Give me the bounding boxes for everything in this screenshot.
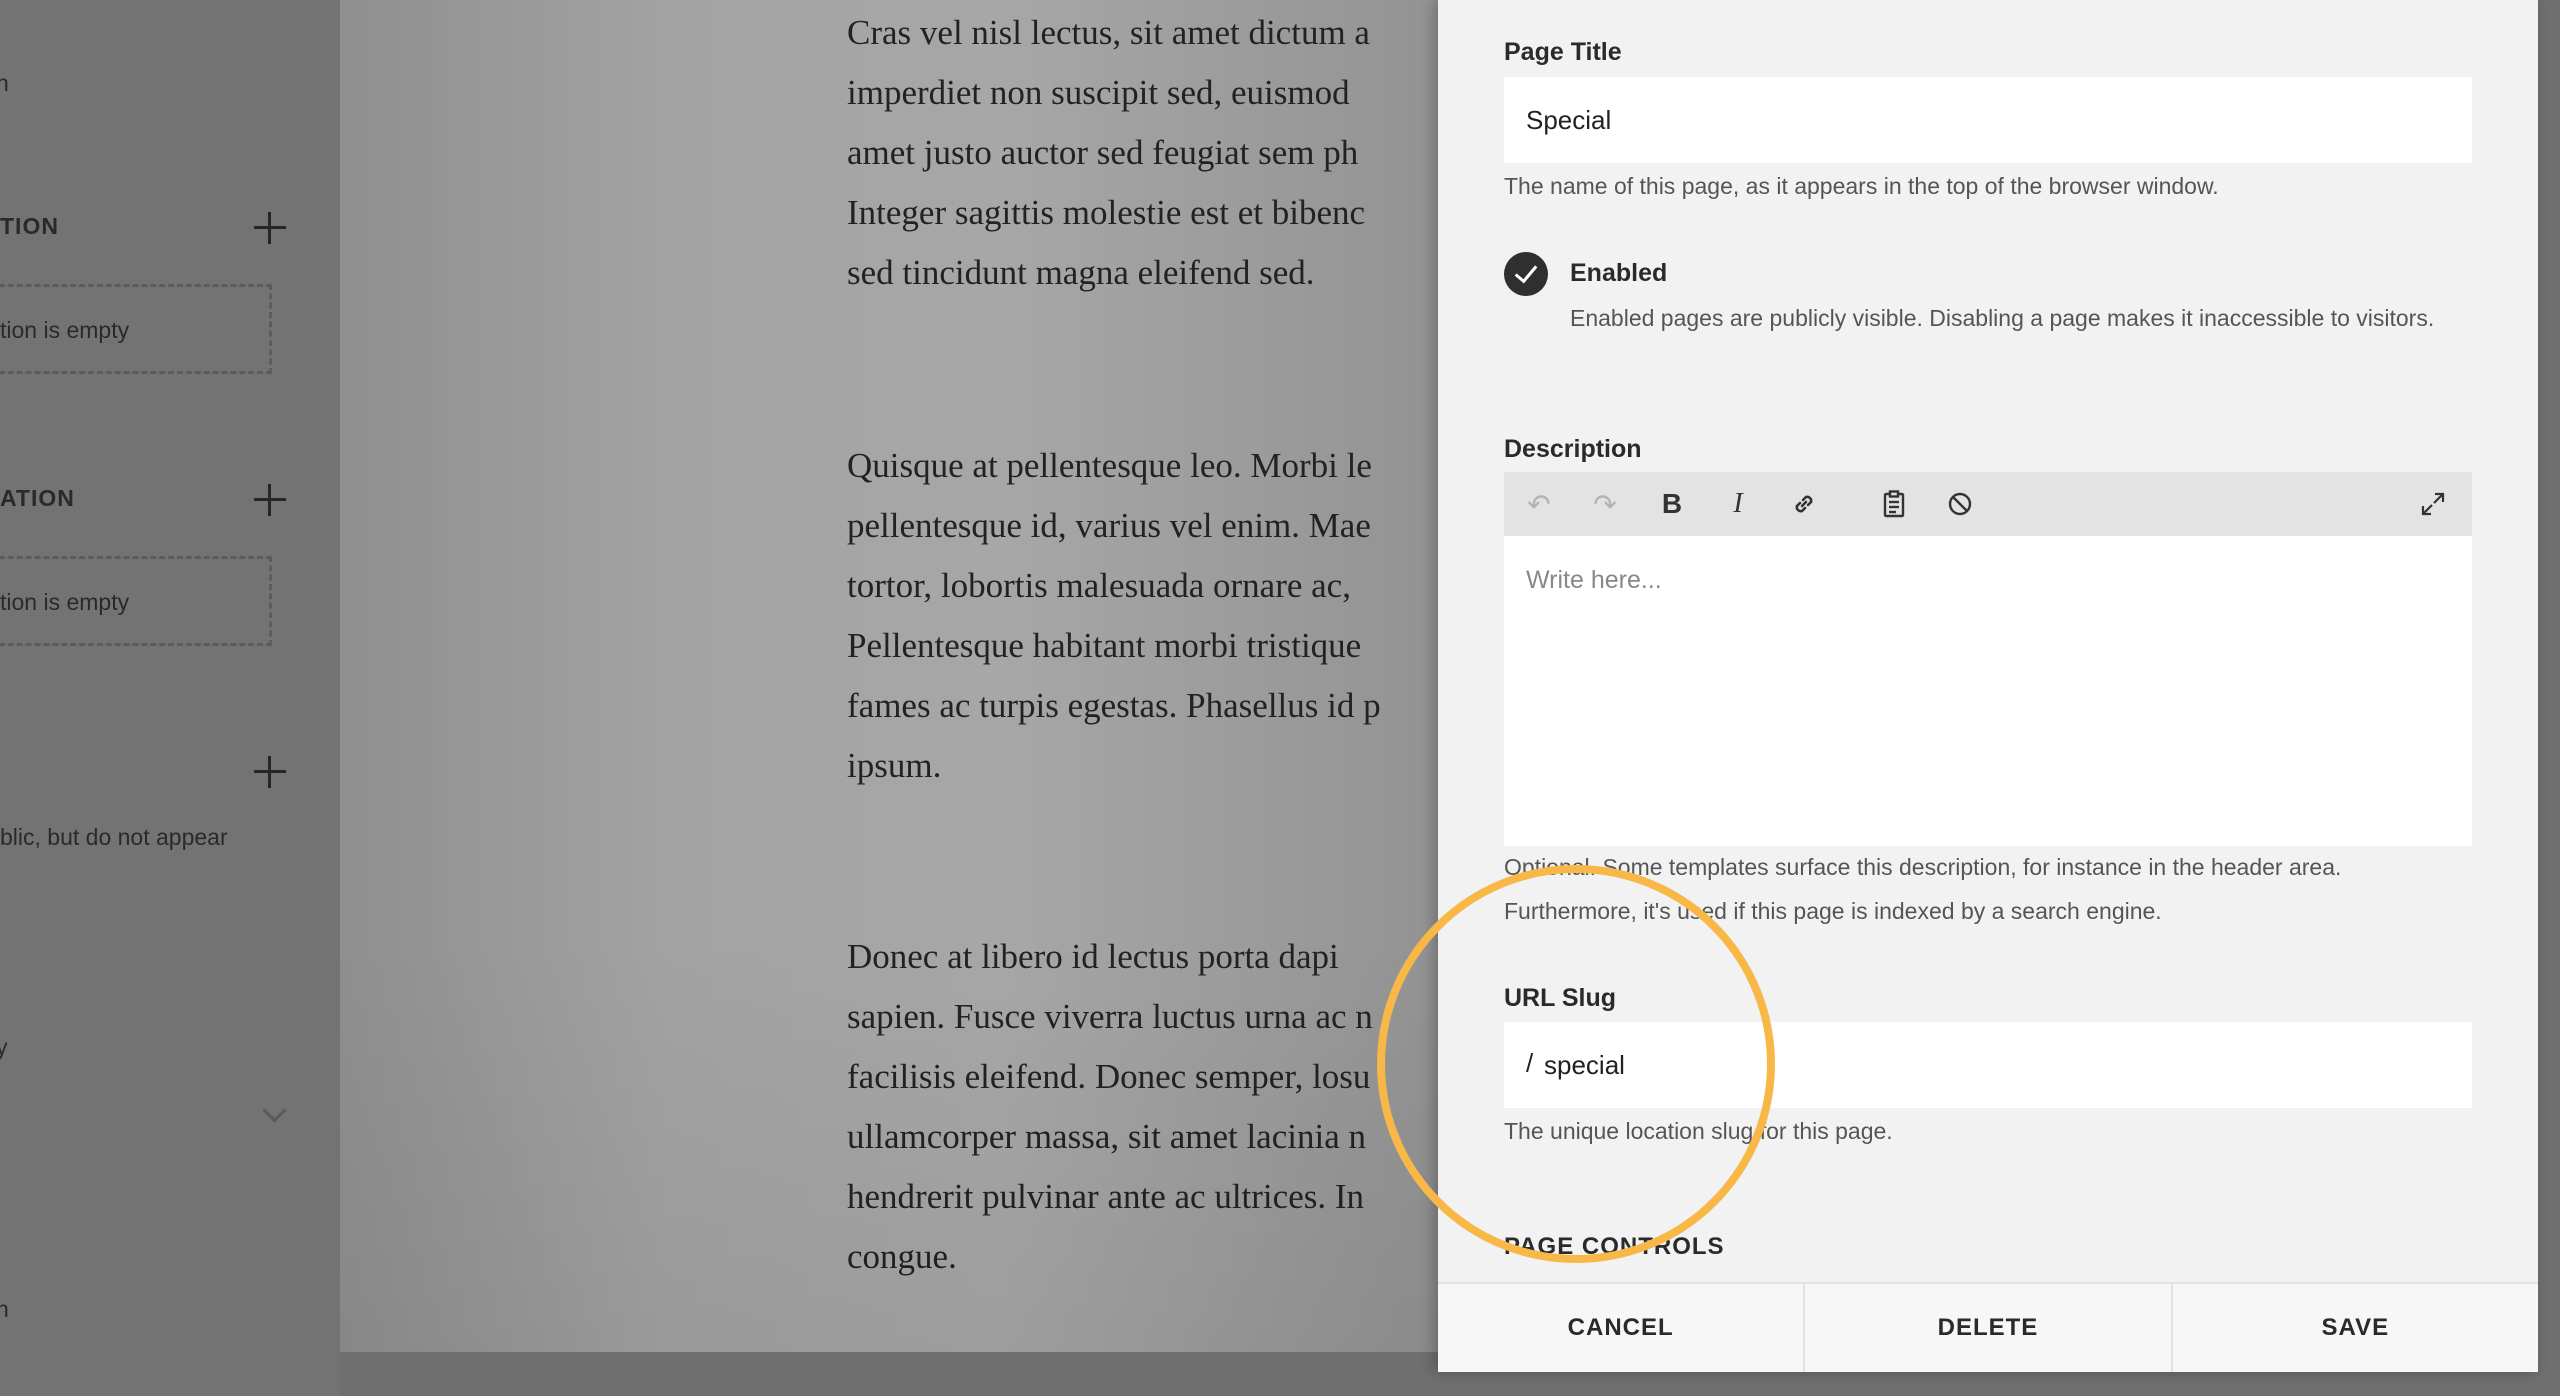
text-line: facilisis eleifend. Donec semper, losu (847, 1057, 1371, 1096)
empty-section-box: tion is empty (0, 556, 272, 646)
delete-button[interactable]: DELETE (1805, 1284, 2173, 1372)
clipboard-icon[interactable] (1869, 472, 1919, 536)
expand-icon[interactable] (2408, 472, 2458, 536)
text-line: fames ac turpis egestas. Phasellus id p (847, 686, 1381, 725)
italic-icon[interactable]: I (1713, 472, 1763, 536)
page-title-help: The name of this page, as it appears in … (1504, 173, 2219, 199)
text-line: sed tincidunt magna eleifend sed. (847, 253, 1315, 292)
text-line: amet justo auctor sed feugiat sem ph (847, 133, 1359, 172)
clear-format-icon[interactable] (1935, 472, 1985, 536)
page-preview: Cras vel nisl lectus, sit amet dictum a … (340, 0, 1440, 1352)
sidebar-section-heading: ATION (0, 485, 75, 511)
panel-footer: CANCEL DELETE SAVE (1438, 1282, 2538, 1372)
add-page-icon[interactable] (254, 484, 286, 516)
page-controls-heading: PAGE CONTROLS (1504, 1233, 1725, 1260)
url-slug-help: The unique location slug for this page. (1504, 1118, 1893, 1144)
text-line: Donec at libero id lectus porta dapi (847, 937, 1339, 976)
text-line: ullamcorper massa, sit amet lacinia n (847, 1117, 1366, 1156)
preview-paragraph: Donec at libero id lectus porta dapi sap… (847, 927, 1447, 1287)
bold-icon[interactable]: B (1647, 472, 1697, 536)
editor-toolbar: ↶ ↷ B I (1504, 472, 2472, 536)
description-help: Optional. Some templates surface this de… (1504, 854, 2342, 924)
save-button[interactable]: SAVE (2173, 1284, 2538, 1372)
text-line: Quisque at pellentesque leo. Morbi le (847, 446, 1372, 485)
text-line: Cras vel nisl lectus, sit amet dictum a (847, 13, 1370, 52)
sidebar-fragment-bottom: n (0, 1296, 9, 1322)
site-sidebar: n TION tion is empty ATION tion is empty… (0, 0, 340, 1396)
cancel-button[interactable]: CANCEL (1438, 1284, 1806, 1372)
add-page-icon[interactable] (254, 212, 286, 244)
page-title-input[interactable] (1504, 77, 2472, 163)
empty-section-text: tion is empty (0, 589, 130, 615)
sidebar-fragment-top: n (0, 70, 9, 96)
text-line: tortor, lobortis malesuada ornare ac, (847, 566, 1351, 605)
empty-section-text: tion is empty (0, 317, 130, 343)
url-slug-prefix: / (1526, 1048, 1534, 1078)
text-line: hendrerit pulvinar ante ac ultrices. In (847, 1177, 1365, 1216)
sidebar-fragment-mid: y (0, 1034, 8, 1060)
enabled-checkbox[interactable] (1504, 252, 1548, 296)
text-line: imperdiet non suscipit sed, euismod (847, 73, 1350, 112)
undo-icon[interactable]: ↶ (1514, 472, 1564, 536)
text-line: ipsum. (847, 746, 942, 785)
text-line: congue. (847, 1237, 957, 1276)
preview-paragraph: Cras vel nisl lectus, sit amet dictum a … (847, 3, 1447, 303)
enabled-help: Enabled pages are publicly visible. Disa… (1570, 305, 2435, 331)
description-label: Description (1504, 435, 1642, 463)
text-line: Integer sagittis molestie est et bibenc (847, 193, 1366, 232)
description-placeholder: Write here... (1526, 566, 1662, 594)
text-line: Pellentesque habitant morbi tristique (847, 626, 1362, 665)
enabled-label: Enabled (1570, 259, 1668, 287)
text-line: sapien. Fusce viverra luctus urna ac n (847, 997, 1373, 1036)
empty-section-box: tion is empty (0, 284, 272, 374)
link-icon[interactable] (1779, 472, 1829, 536)
page-title-label: Page Title (1504, 38, 1622, 66)
preview-paragraph: Quisque at pellentesque leo. Morbi le pe… (847, 436, 1447, 796)
add-page-icon[interactable] (254, 756, 286, 788)
chevron-down-icon[interactable] (262, 1098, 287, 1123)
url-slug-label: URL Slug (1504, 984, 1617, 1012)
page-settings-panel: Page Title The name of this page, as it … (1438, 0, 2538, 1372)
sidebar-section-heading: TION (0, 213, 59, 239)
text-line: pellentesque id, varius vel enim. Mae (847, 506, 1371, 545)
description-editor[interactable]: Write here... (1504, 536, 2472, 846)
redo-icon[interactable]: ↷ (1580, 472, 1630, 536)
sidebar-section-note: blic, but do not appear (0, 824, 228, 850)
url-slug-input[interactable] (1504, 1022, 2472, 1108)
